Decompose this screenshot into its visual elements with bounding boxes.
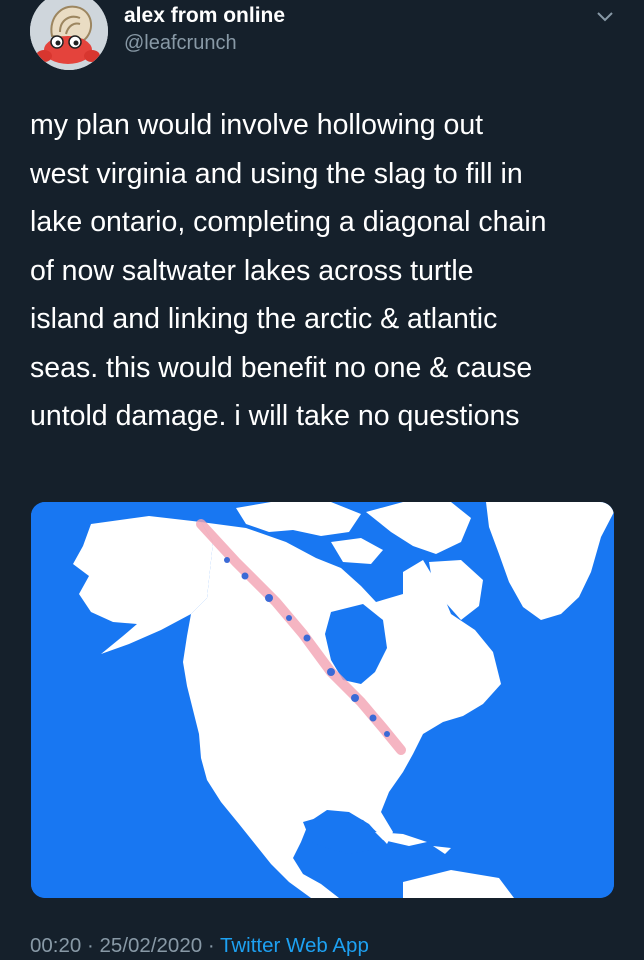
user-handle[interactable]: @leafcrunch (124, 32, 237, 55)
tweet-text: my plan would involve hollowing out west… (30, 101, 630, 441)
tweet-text-line: west virginia and using the slag to fill… (30, 157, 523, 190)
tweet-text-line: untold damage. i will take no questions (30, 400, 520, 432)
hermit-crab-avatar-icon (30, 0, 108, 70)
tweet-text-line: my plan would involve hollowing out (30, 109, 484, 141)
chevron-down-icon[interactable] (594, 8, 616, 26)
north-america-map-icon (31, 502, 614, 898)
tweet-text-line: island and linking the arctic & atlantic (30, 303, 498, 335)
map-image[interactable] (31, 502, 614, 898)
display-name[interactable]: alex from online (124, 4, 285, 28)
tweet-text-line: lake ontario, completing a diagonal chai… (30, 206, 547, 238)
avatar[interactable] (30, 0, 108, 70)
tweet-metadata: 00:20 · 25/02/2020 · Twitter Web App (30, 934, 369, 958)
source-link[interactable]: Twitter Web App (220, 934, 369, 957)
tweet: alex from online @leafcrunch my plan wou… (0, 0, 644, 960)
tweet-text-line: of now saltwater lakes across turtle (30, 254, 474, 287)
tweet-text-line: seas. this would benefit no one & cause (30, 351, 533, 384)
timestamp[interactable]: 00:20 · 25/02/2020 · (30, 934, 220, 957)
